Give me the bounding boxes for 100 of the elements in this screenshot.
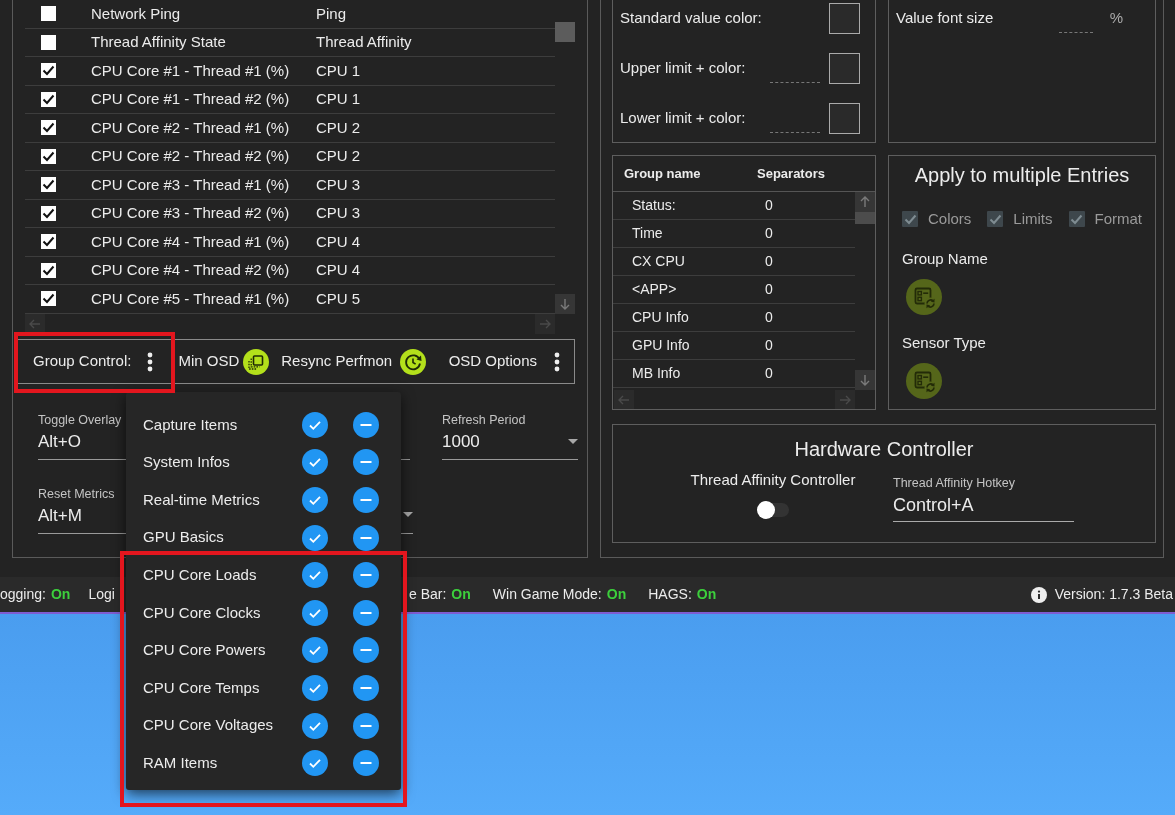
section-label: Sensor Type — [902, 333, 986, 353]
scroll-up-button[interactable] — [855, 192, 875, 212]
table-cell: CX CPU — [632, 253, 685, 269]
table-cell-text: CPU Core #4 - Thread #2 (%) — [91, 260, 291, 280]
table-cell-text: CPU Core #4 - Thread #1 (%) — [91, 231, 291, 252]
check-circle-icon[interactable] — [302, 524, 328, 551]
field-value: Control+A — [893, 494, 974, 517]
menu-item-label: CPU Core Loads — [143, 564, 258, 585]
action-label: Resync Perfmon — [281, 351, 393, 372]
checkbox[interactable] — [41, 6, 56, 22]
table-cell: 0 — [765, 337, 773, 353]
scroll-down-button[interactable] — [855, 370, 875, 390]
check-circle-icon[interactable] — [302, 487, 328, 513]
menu-item-label: CPU Core Clocks — [143, 602, 262, 623]
color-swatch[interactable] — [829, 102, 860, 134]
checkbox[interactable] — [41, 63, 56, 79]
status-value: On — [451, 585, 471, 604]
checkbox[interactable] — [41, 34, 56, 50]
check-circle-icon[interactable] — [302, 674, 328, 701]
refresh-period-dropdown[interactable]: Refresh Period 1000 — [442, 412, 578, 460]
info-icon[interactable] — [1030, 586, 1047, 603]
table-refresh-icon[interactable] — [906, 279, 942, 315]
check-circle-icon[interactable] — [302, 637, 328, 664]
field-value: Alt+O — [38, 431, 81, 453]
minus-circle-icon[interactable] — [353, 411, 379, 438]
minus-circle-icon[interactable] — [353, 562, 379, 589]
table-cell: <APP> — [632, 281, 677, 297]
check-circle-icon[interactable] — [302, 712, 328, 739]
check-circle-icon[interactable] — [302, 599, 328, 626]
caret-down-icon[interactable] — [403, 512, 413, 517]
table-cell-text: CPU Core #1 - Thread #2 (%) — [91, 89, 291, 109]
status-label: Win Game Mode: — [492, 585, 602, 604]
check-circle-icon[interactable] — [302, 562, 328, 589]
checkbox[interactable] — [41, 205, 56, 221]
version-label: Version: 1.7.3 Beta — [1054, 585, 1173, 604]
table-cell-text: CPU Core #2 - Thread #2 (%) — [91, 146, 291, 166]
scroll-down-button[interactable] — [555, 294, 575, 314]
check-circle-icon[interactable] — [302, 411, 328, 438]
arrow-left-icon — [618, 393, 630, 406]
table-cell: 0 — [765, 197, 773, 213]
field-value: 1000 — [442, 431, 480, 453]
minus-circle-icon[interactable] — [353, 750, 379, 777]
status-label: Logi — [88, 585, 115, 604]
checkbox[interactable] — [41, 291, 56, 307]
setting-label: Upper limit + color: — [620, 57, 746, 78]
toggle-switch[interactable] — [757, 501, 789, 519]
status-label: e Bar: — [409, 585, 447, 604]
minus-circle-icon[interactable] — [353, 674, 379, 701]
table-cell: CPU Info — [632, 309, 689, 325]
more-options-icon[interactable] — [147, 351, 154, 372]
minus-circle-icon[interactable] — [353, 524, 379, 551]
minus-circle-icon[interactable] — [353, 487, 379, 513]
minus-circle-icon[interactable] — [353, 449, 379, 476]
table-cell-text: CPU 1 — [316, 60, 361, 81]
caret-down-icon[interactable] — [568, 438, 578, 444]
panel-title: Hardware Controller — [794, 437, 974, 461]
checkbox[interactable] — [41, 234, 56, 250]
color-swatch[interactable] — [829, 52, 860, 84]
table-cell-text: CPU Core #1 - Thread #1 (%) — [91, 60, 291, 81]
scroll-left-button[interactable] — [25, 314, 45, 334]
arrow-right-icon — [539, 318, 551, 330]
checkbox[interactable] — [41, 91, 56, 107]
check-circle-icon[interactable] — [302, 750, 328, 777]
setting-label: Value font size — [896, 7, 994, 28]
unit-label: % — [1109, 7, 1123, 28]
stacked-squares-icon[interactable] — [243, 348, 270, 375]
checkbox[interactable] — [41, 148, 56, 164]
scrollbar-thumb[interactable] — [555, 22, 575, 42]
toggle-label: Thread Affinity Controller — [690, 471, 856, 489]
checkbox[interactable] — [41, 262, 56, 278]
option-label: Colors — [928, 208, 972, 229]
field-label: Refresh Period — [442, 412, 526, 428]
minus-circle-icon[interactable] — [353, 712, 379, 739]
table-cell-text: Ping — [316, 3, 347, 24]
checkbox[interactable] — [41, 120, 56, 136]
checkbox[interactable] — [41, 177, 56, 193]
table-cell-text: CPU Core #2 - Thread #1 (%) — [91, 117, 291, 138]
minus-circle-icon[interactable] — [353, 599, 379, 626]
hotkey-field[interactable]: Thread Affinity Hotkey Control+A — [893, 475, 1074, 522]
minus-circle-icon[interactable] — [353, 637, 379, 664]
menu-item-label: CPU Core Voltages — [143, 715, 275, 736]
table-cell-text: CPU 5 — [316, 288, 361, 309]
table-cell: 0 — [765, 309, 773, 325]
table-cell: 0 — [765, 253, 773, 269]
refresh-clock-icon[interactable] — [400, 348, 427, 375]
table-refresh-icon[interactable] — [906, 363, 942, 399]
osd-options-label: OSD Options — [448, 351, 537, 372]
more-options-icon[interactable] — [554, 351, 560, 372]
group-control-label: Group Control: — [33, 351, 132, 372]
check-circle-icon[interactable] — [302, 449, 328, 476]
menu-item-label: RAM Items — [143, 752, 219, 773]
scrollbar-thumb[interactable] — [855, 212, 875, 224]
table-cell-text: CPU 2 — [316, 146, 361, 166]
arrow-down-icon — [559, 298, 571, 310]
setting-label: Standard value color: — [620, 7, 762, 28]
color-swatch[interactable] — [829, 2, 860, 34]
table-cell: MB Info — [632, 365, 681, 381]
menu-item-label: CPU Core Temps — [143, 677, 261, 698]
column-header: Group name — [624, 165, 701, 181]
setting-label: Lower limit + color: — [620, 107, 746, 128]
